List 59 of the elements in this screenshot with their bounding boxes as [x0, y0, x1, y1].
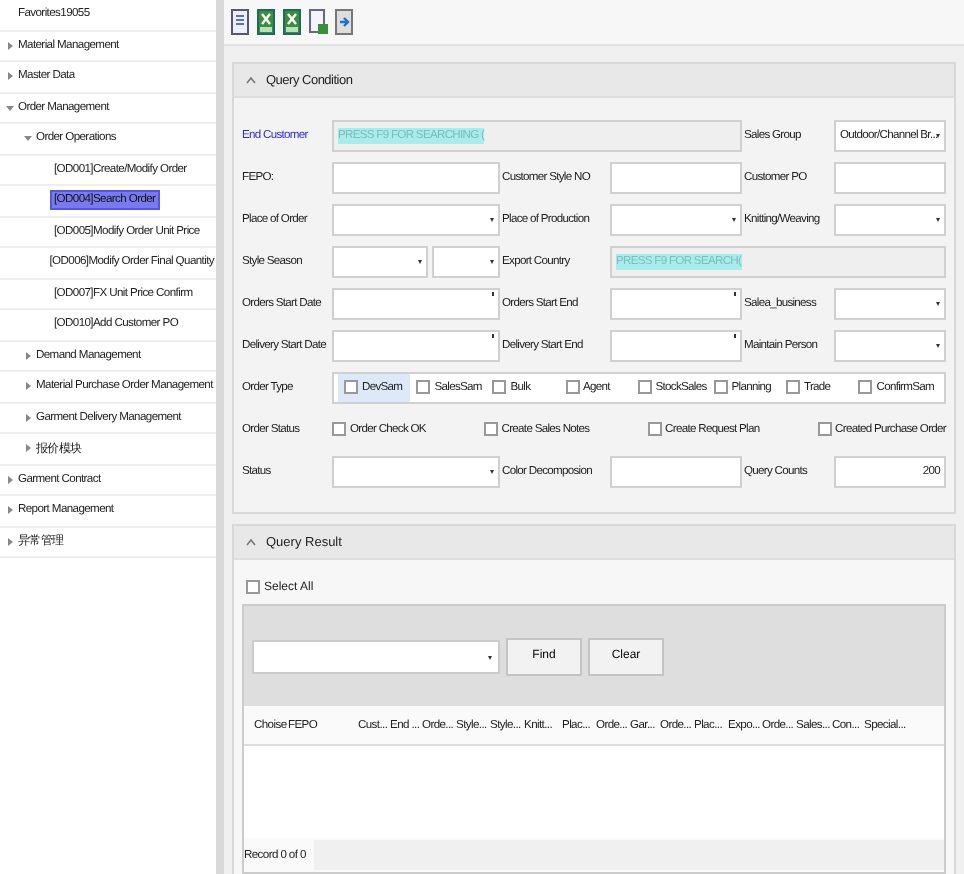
collapsed-arrow-icon[interactable] [6, 475, 14, 484]
collapsed-arrow-icon[interactable] [24, 382, 32, 391]
collapsed-arrow-icon[interactable] [24, 351, 32, 360]
date-field[interactable] [332, 287, 500, 319]
dropdown[interactable] [332, 455, 500, 487]
collapsed-arrow-icon[interactable] [6, 506, 14, 515]
caret-icon [490, 469, 494, 473]
caret-icon [936, 301, 940, 305]
collapse-chevron-icon[interactable] [246, 538, 256, 546]
caret-icon [936, 217, 940, 221]
caret-icon [490, 259, 494, 263]
export-icon[interactable] [334, 8, 354, 36]
collapsed-arrow-icon[interactable] [6, 41, 14, 50]
spreadsheet-icon[interactable] [256, 8, 276, 36]
expanded-arrow-icon[interactable] [6, 103, 14, 112]
dropdown[interactable] [610, 203, 742, 235]
caret-icon [936, 343, 940, 347]
dropdown[interactable] [332, 203, 500, 235]
checkbox[interactable] [416, 380, 431, 394]
checkbox[interactable] [786, 380, 800, 394]
dropdown[interactable] [834, 287, 946, 319]
document-icon[interactable] [308, 8, 328, 36]
checkbox[interactable] [647, 422, 662, 436]
checkbox[interactable] [637, 380, 652, 394]
checkbox[interactable] [344, 380, 358, 394]
dropdown[interactable] [332, 245, 428, 277]
caret-icon [418, 259, 422, 263]
collapse-chevron-icon[interactable] [246, 76, 256, 84]
collapsed-arrow-icon[interactable] [24, 444, 32, 453]
date-field[interactable] [610, 329, 742, 361]
collapsed-arrow-icon[interactable] [6, 537, 14, 546]
date-field[interactable] [610, 287, 742, 319]
caret-icon [936, 133, 940, 137]
input-field[interactable] [610, 455, 742, 487]
checkbox[interactable] [817, 422, 832, 436]
checkbox[interactable] [713, 380, 728, 394]
caret-icon [490, 217, 494, 221]
checkbox[interactable] [565, 380, 579, 394]
caret-icon [732, 217, 736, 221]
collapsed-arrow-icon[interactable] [24, 413, 32, 422]
checkbox[interactable] [483, 422, 498, 436]
dropdown[interactable] [834, 203, 946, 235]
date-field[interactable] [332, 329, 500, 361]
checkbox[interactable] [246, 580, 260, 594]
checkbox[interactable] [858, 380, 873, 394]
dropdown[interactable] [834, 329, 946, 361]
horizontal-scrollbar[interactable] [313, 840, 944, 870]
checkbox[interactable] [492, 380, 507, 394]
dropdown[interactable] [432, 245, 500, 277]
collapsed-arrow-icon[interactable] [6, 72, 14, 81]
input-field[interactable] [834, 161, 946, 193]
expanded-arrow-icon[interactable] [24, 134, 32, 143]
dropdown[interactable] [252, 639, 500, 673]
checkbox[interactable] [332, 422, 346, 436]
input-field[interactable] [332, 161, 500, 193]
document-icon[interactable] [230, 8, 250, 36]
spreadsheet-icon[interactable] [282, 8, 302, 36]
input-field[interactable] [610, 161, 742, 193]
caret-icon [488, 655, 492, 659]
